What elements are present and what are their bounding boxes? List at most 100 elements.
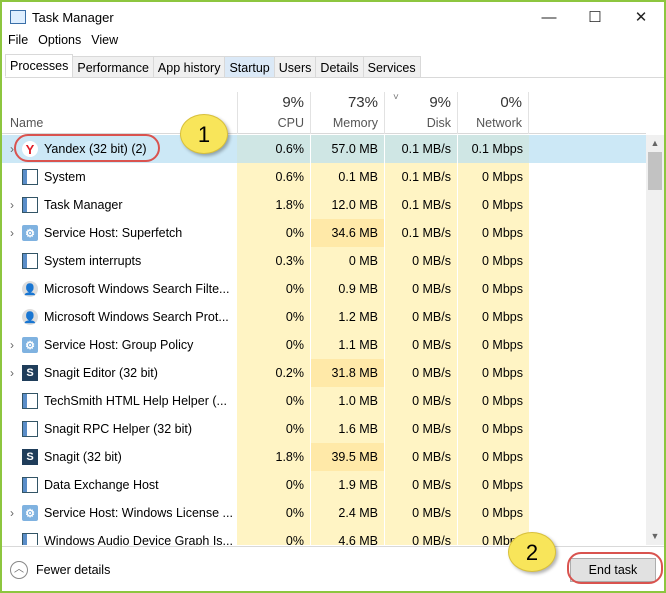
disk-value: 0 MB/s (384, 415, 457, 443)
process-icon: Y (22, 141, 38, 157)
cpu-value: 1.8% (237, 443, 310, 471)
disk-value: 0 MB/s (384, 275, 457, 303)
tab-app-history[interactable]: App history (152, 56, 226, 77)
process-row[interactable]: 👤 Microsoft Windows Search Filte... 0% 0… (2, 275, 646, 303)
disk-value: 0 MB/s (384, 359, 457, 387)
tab-processes[interactable]: Processes (5, 54, 74, 77)
process-row[interactable]: › ⚙ Service Host: Windows License ... 0%… (2, 499, 646, 527)
end-task-button[interactable]: End task (570, 558, 656, 582)
column-name[interactable]: Name (10, 116, 43, 130)
close-button[interactable]: ✕ (618, 2, 664, 32)
cpu-value: 1.8% (237, 191, 310, 219)
cpu-value: 0.6% (237, 135, 310, 163)
expand-chevron-icon[interactable]: › (2, 506, 22, 520)
minimize-button[interactable]: — (526, 2, 572, 32)
process-name: TechSmith HTML Help Helper (... (44, 394, 227, 408)
column-network[interactable]: 0% Network (457, 92, 529, 134)
cpu-value: 0% (237, 527, 310, 545)
task-manager-icon (10, 10, 26, 24)
process-name: System interrupts (44, 254, 142, 268)
network-value: 0 Mbps (457, 471, 529, 499)
process-list: › Y Yandex (32 bit) (2) 0.6% 57.0 MB 0.1… (2, 135, 646, 545)
column-cpu[interactable]: 9% CPU (237, 92, 310, 134)
network-value: 0 Mbps (457, 359, 529, 387)
disk-value: 0.1 MB/s (384, 191, 457, 219)
column-header: Name 9% CPU 73% Memory ˅ 9% Disk 0% Network (2, 92, 646, 134)
tab-performance[interactable]: Performance (72, 56, 154, 77)
process-row[interactable]: System interrupts 0.3% 0 MB 0 MB/s 0 Mbp… (2, 247, 646, 275)
process-row[interactable]: System 0.6% 0.1 MB 0.1 MB/s 0 Mbps (2, 163, 646, 191)
process-name: Service Host: Superfetch (44, 226, 183, 240)
process-icon (22, 169, 38, 185)
scroll-up-icon[interactable]: ▲ (646, 135, 664, 152)
process-name: Microsoft Windows Search Prot... (44, 310, 229, 324)
column-disk[interactable]: ˅ 9% Disk (384, 92, 457, 134)
disk-value: 0 MB/s (384, 499, 457, 527)
memory-value: 0.9 MB (310, 275, 384, 303)
process-icon: 👤 (22, 281, 38, 297)
disk-value: 0.1 MB/s (384, 135, 457, 163)
column-memory[interactable]: 73% Memory (310, 92, 384, 134)
process-row[interactable]: › S Snagit Editor (32 bit) 0.2% 31.8 MB … (2, 359, 646, 387)
scroll-down-icon[interactable]: ▼ (646, 528, 664, 545)
menu-file[interactable]: File (8, 33, 28, 47)
fewer-details-button[interactable]: ︿ Fewer details (10, 561, 110, 579)
cpu-value: 0% (237, 303, 310, 331)
network-value: 0 Mbps (457, 219, 529, 247)
process-icon: ⚙ (22, 337, 38, 353)
memory-value: 57.0 MB (310, 135, 384, 163)
menu-view[interactable]: View (91, 33, 118, 47)
process-name: Snagit (32 bit) (44, 450, 122, 464)
tab-services[interactable]: Services (362, 56, 421, 77)
disk-value: 0 MB/s (384, 387, 457, 415)
expand-chevron-icon[interactable]: › (2, 226, 22, 240)
cpu-value: 0% (237, 471, 310, 499)
expand-chevron-icon[interactable]: › (2, 142, 22, 156)
cpu-value: 0% (237, 219, 310, 247)
cpu-value: 0.3% (237, 247, 310, 275)
process-row[interactable]: TechSmith HTML Help Helper (... 0% 1.0 M… (2, 387, 646, 415)
disk-value: 0.1 MB/s (384, 163, 457, 191)
process-name: Windows Audio Device Graph Is... (44, 534, 233, 545)
network-value: 0 Mbps (457, 443, 529, 471)
chevron-up-icon: ︿ (10, 561, 28, 579)
disk-value: 0 MB/s (384, 331, 457, 359)
process-name: Service Host: Group Policy (44, 338, 194, 352)
process-row[interactable]: › Y Yandex (32 bit) (2) 0.6% 57.0 MB 0.1… (2, 135, 646, 163)
tab-details[interactable]: Details (315, 56, 364, 77)
fewer-details-label: Fewer details (36, 563, 111, 577)
cpu-value: 0% (237, 499, 310, 527)
process-row[interactable]: 👤 Microsoft Windows Search Prot... 0% 1.… (2, 303, 646, 331)
process-row[interactable]: › ⚙ Service Host: Superfetch 0% 34.6 MB … (2, 219, 646, 247)
window-title: Task Manager (32, 9, 114, 25)
process-icon: 👤 (22, 309, 38, 325)
process-icon (22, 421, 38, 437)
network-value: 0 Mbps (457, 303, 529, 331)
callout-1: 1 (180, 114, 228, 154)
tab-users[interactable]: Users (273, 56, 317, 77)
network-value: 0 Mbps (457, 415, 529, 443)
process-row[interactable]: Snagit RPC Helper (32 bit) 0% 1.6 MB 0 M… (2, 415, 646, 443)
expand-chevron-icon[interactable]: › (2, 366, 22, 380)
expand-chevron-icon[interactable]: › (2, 198, 22, 212)
memory-value: 1.0 MB (310, 387, 384, 415)
disk-label: Disk (426, 116, 451, 130)
process-icon (22, 533, 38, 545)
process-icon: ⚙ (22, 225, 38, 241)
process-row[interactable]: Data Exchange Host 0% 1.9 MB 0 MB/s 0 Mb… (2, 471, 646, 499)
footer: ︿ Fewer details End task (2, 546, 664, 591)
memory-value: 0.1 MB (310, 163, 384, 191)
memory-label: Memory (332, 116, 378, 130)
maximize-button[interactable]: ☐ (572, 2, 618, 32)
callout-2: 2 (508, 532, 556, 572)
process-row[interactable]: › ⚙ Service Host: Group Policy 0% 1.1 MB… (2, 331, 646, 359)
tab-startup[interactable]: Startup (224, 56, 275, 77)
process-icon (22, 393, 38, 409)
scroll-thumb[interactable] (648, 152, 662, 190)
expand-chevron-icon[interactable]: › (2, 338, 22, 352)
cpu-value: 0.6% (237, 163, 310, 191)
process-row[interactable]: S Snagit (32 bit) 1.8% 39.5 MB 0 MB/s 0 … (2, 443, 646, 471)
vertical-scrollbar[interactable]: ▲ ▼ (646, 135, 664, 545)
process-row[interactable]: › Task Manager 1.8% 12.0 MB 0.1 MB/s 0 M… (2, 191, 646, 219)
menu-options[interactable]: Options (38, 33, 81, 47)
